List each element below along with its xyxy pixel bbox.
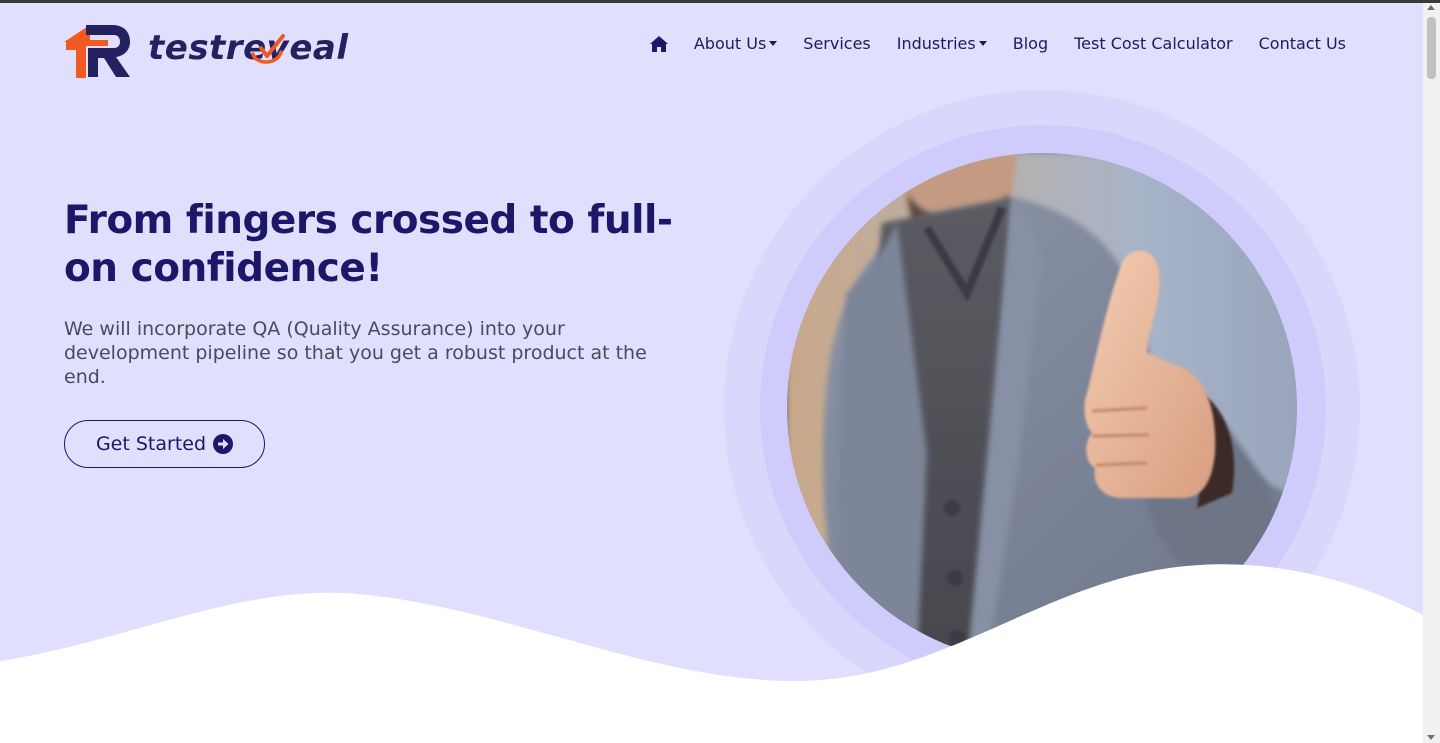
bottom-wave-shape bbox=[0, 3, 1423, 743]
scrollbar-thumb[interactable] bbox=[1427, 17, 1436, 79]
hero-section: testreveal About Us Services Industries … bbox=[0, 3, 1423, 743]
scroll-up-arrow-icon[interactable] bbox=[1427, 5, 1435, 10]
page-scrollbar[interactable] bbox=[1423, 3, 1440, 743]
scroll-down-arrow-icon[interactable] bbox=[1427, 735, 1435, 740]
